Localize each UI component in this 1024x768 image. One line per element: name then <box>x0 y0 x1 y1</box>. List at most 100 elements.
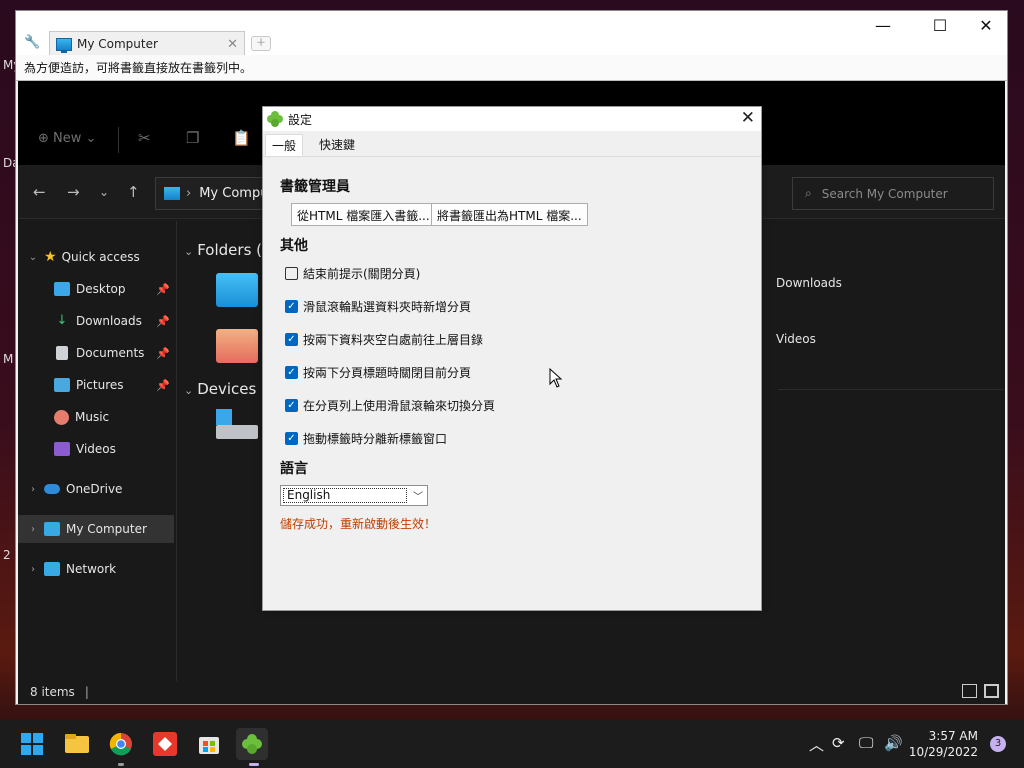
option-label: 按兩下資料夾空白處前往上層目錄 <box>303 333 484 347</box>
dialog-title-bar: 設定 ✕ <box>263 107 761 131</box>
desktop-folder-icon[interactable] <box>216 273 258 307</box>
download-icon: ↓ <box>56 313 68 328</box>
search-placeholder: Search My Computer <box>821 186 948 201</box>
sidebar-item-desktop[interactable]: Desktop 📌 <box>18 275 174 303</box>
maximize-button[interactable]: ☐ <box>920 15 960 37</box>
language-select[interactable]: English ﹀ <box>280 485 428 506</box>
sidebar-item-label: Quick access <box>61 250 140 264</box>
sidebar-item-quick-access[interactable]: ⌄ ★ Quick access <box>18 243 174 271</box>
store-taskbar-button[interactable] <box>193 728 225 760</box>
sidebar-item-label: Network <box>66 562 117 576</box>
export-bookmarks-button[interactable]: 將書籤匯出為HTML 檔案... <box>431 203 588 226</box>
chrome-taskbar-button[interactable] <box>105 728 137 760</box>
music-folder-icon[interactable] <box>216 329 258 363</box>
clock[interactable]: 3:57 AM 10/29/2022 <box>909 728 978 760</box>
anydesk-taskbar-button[interactable] <box>149 728 181 760</box>
sidebar-item-documents[interactable]: Documents 📌 <box>18 339 174 367</box>
sidebar-item-label: Documents <box>76 346 145 360</box>
file-explorer-taskbar-button[interactable] <box>61 728 93 760</box>
sidebar-item-onedrive[interactable]: › OneDrive <box>18 475 174 503</box>
pictures-icon <box>54 378 70 392</box>
taskbar: ︿ ⟳ 🖵 🔊 3:57 AM 10/29/2022 3 <box>0 720 1024 768</box>
cut-icon[interactable]: ✂ <box>138 129 151 147</box>
new-tab-button[interactable]: ＋ <box>251 36 271 51</box>
search-icon: ⌕ <box>805 186 812 200</box>
import-bookmarks-button[interactable]: 從HTML 檔案匯入書籤... <box>291 203 436 226</box>
chevron-up-icon[interactable]: ︿ <box>809 734 824 755</box>
clock-date: 10/29/2022 <box>908 745 978 759</box>
tab-general[interactable]: 一般 <box>265 134 304 156</box>
active-indicator <box>249 763 259 766</box>
wrench-icon[interactable]: 🔧 <box>24 35 40 51</box>
forward-arrow-icon[interactable]: → <box>67 183 80 201</box>
chevron-down-icon[interactable]: ﹀ <box>409 488 427 503</box>
checkbox-checked[interactable]: ✓ <box>285 366 298 379</box>
tab-close-icon[interactable]: ✕ <box>227 37 238 52</box>
star-icon: ★ <box>44 249 57 265</box>
dialog-title: 設定 <box>288 112 313 127</box>
paste-icon[interactable]: 📋 <box>232 129 251 147</box>
music-icon <box>54 409 69 425</box>
dialog-close-icon[interactable]: ✕ <box>741 108 755 128</box>
notification-badge[interactable]: 3 <box>990 736 1006 752</box>
sidebar-item-network[interactable]: › Network <box>18 555 174 583</box>
option-label: 拖動標籤時分離新標籤窗口 <box>303 432 448 446</box>
option-double-click-close-tab[interactable]: ✓ 按兩下分頁標題時關閉目前分頁 <box>285 364 471 381</box>
folder-label-downloads[interactable]: Downloads <box>776 276 842 290</box>
computer-icon <box>44 522 60 536</box>
checkbox-checked[interactable]: ✓ <box>285 333 298 346</box>
sidebar-item-downloads[interactable]: ↓ Downloads 📌 <box>18 307 174 335</box>
sync-icon[interactable]: ⟳ <box>832 734 845 752</box>
tiles-view-icon[interactable] <box>984 684 999 698</box>
drive-body <box>216 425 258 439</box>
close-button[interactable]: ✕ <box>966 15 1006 37</box>
tab-title: My Computer <box>77 37 158 51</box>
search-box[interactable]: ⌕ Search My Computer <box>792 177 994 210</box>
devices-header-label: Devices a <box>197 380 271 398</box>
devices-group-header[interactable]: ⌄ Devices a <box>184 380 270 398</box>
drive-icon[interactable] <box>216 409 258 443</box>
network-icon <box>44 562 60 576</box>
folder-label-videos[interactable]: Videos <box>776 332 816 346</box>
option-double-click-parent[interactable]: ✓ 按兩下資料夾空白處前往上層目錄 <box>285 331 483 348</box>
network-icon[interactable]: 🖵 <box>859 734 873 752</box>
option-wheel-switch-tab[interactable]: ✓ 在分頁列上使用滑鼠滾輪來切換分頁 <box>285 397 495 414</box>
minimize-button[interactable]: — <box>863 15 903 37</box>
new-button[interactable]: ⊕ New ⌄ <box>38 131 96 146</box>
chevron-down-icon: ⌄ <box>184 245 194 258</box>
chevron-down-icon: ⌄ <box>85 131 97 146</box>
clock-time: 3:57 AM <box>928 729 978 743</box>
document-icon <box>56 346 68 360</box>
qttabbar-taskbar-button[interactable] <box>236 728 268 760</box>
computer-icon <box>164 187 180 200</box>
copy-icon[interactable]: ❐ <box>186 129 199 147</box>
checkbox[interactable] <box>285 267 298 280</box>
folder-icon <box>65 734 89 753</box>
sidebar-item-videos[interactable]: Videos <box>18 435 174 463</box>
tab-my-computer[interactable]: My Computer ✕ <box>49 31 245 56</box>
option-middle-click-new-tab[interactable]: ✓ 滑鼠滾輪點選資料夾時新增分頁 <box>285 298 471 315</box>
tab-shortcuts[interactable]: 快速鍵 <box>313 134 361 156</box>
checkbox-checked[interactable]: ✓ <box>285 399 298 412</box>
bookmark-info-bar: 為方便造訪，可將書籤直接放在書籤列中。 <box>16 55 1007 81</box>
recent-chevron-icon[interactable]: ⌄ <box>99 185 109 199</box>
back-arrow-icon[interactable]: ← <box>33 183 46 201</box>
folders-group-header[interactable]: ⌄ Folders (6 <box>184 241 272 259</box>
windows-logo-icon <box>216 409 232 425</box>
sidebar-item-pictures[interactable]: Pictures 📌 <box>18 371 174 399</box>
sidebar-item-my-computer[interactable]: › My Computer <box>18 515 174 543</box>
sidebar-item-music[interactable]: Music <box>18 403 174 431</box>
details-view-icon[interactable] <box>962 684 977 698</box>
new-label: New <box>53 131 82 146</box>
desktop-label: M <box>3 352 14 366</box>
up-arrow-icon[interactable]: ↑ <box>127 183 140 201</box>
volume-icon[interactable]: 🔊 <box>884 734 903 752</box>
checkbox-checked[interactable]: ✓ <box>285 432 298 445</box>
option-confirm-exit[interactable]: 結束前提示(關閉分頁) <box>285 265 420 282</box>
sidebar-item-label: Videos <box>76 442 116 456</box>
option-label: 按兩下分頁標題時關閉目前分頁 <box>303 366 472 380</box>
start-button[interactable] <box>16 728 48 760</box>
settings-dialog: 設定 ✕ 一般 快速鍵 書籤管理員 從HTML 檔案匯入書籤... 將書籤匯出為… <box>262 106 762 611</box>
checkbox-checked[interactable]: ✓ <box>285 300 298 313</box>
option-drag-detach-tab[interactable]: ✓ 拖動標籤時分離新標籤窗口 <box>285 430 447 447</box>
